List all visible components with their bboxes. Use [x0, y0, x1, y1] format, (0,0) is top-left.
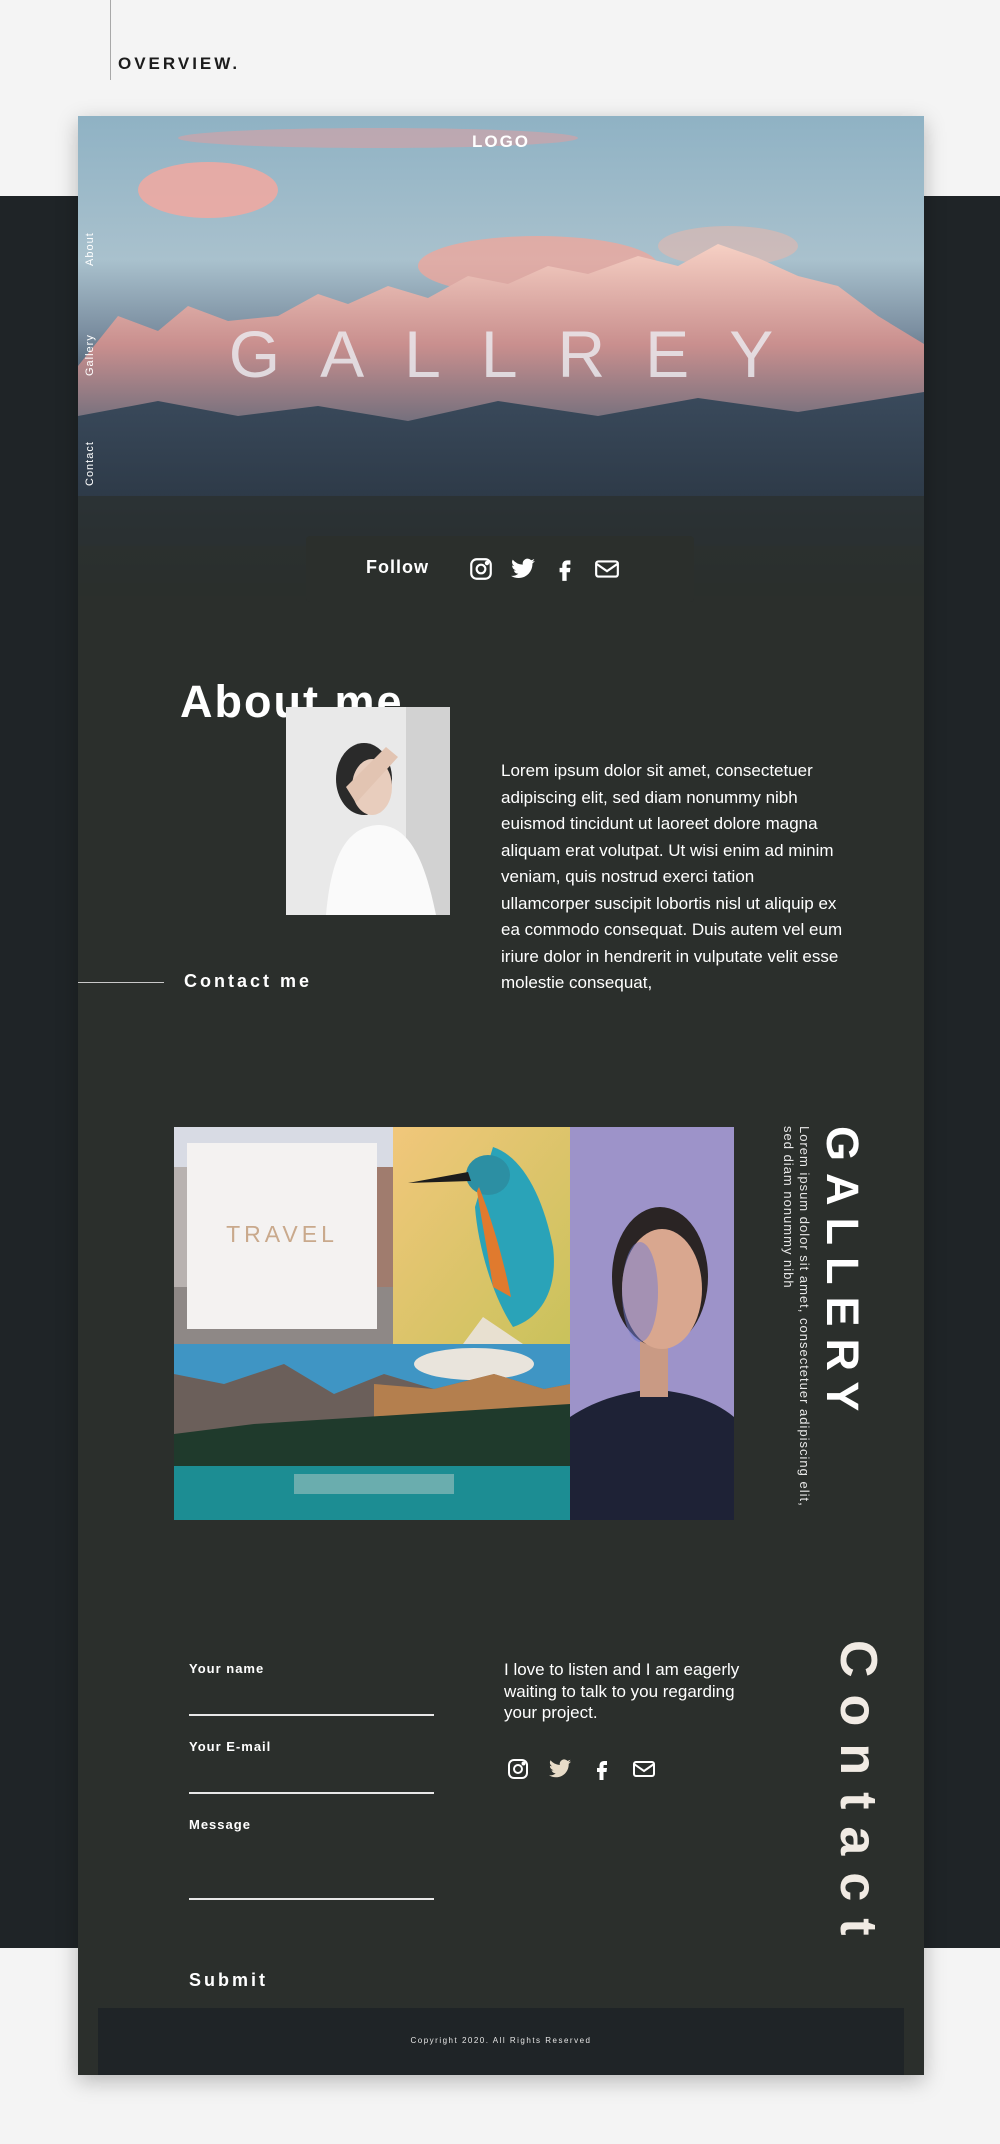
contact-divider — [78, 982, 164, 983]
gallery-vertical-text: Lorem ipsum dolor sit amet, consectetuer… — [781, 1126, 812, 1507]
instagram-icon[interactable] — [468, 556, 494, 582]
hero-title: GALLREY — [228, 317, 814, 391]
woman-blue-light-photo[interactable] — [570, 1127, 734, 1520]
facebook-icon[interactable] — [590, 1757, 614, 1781]
message-textarea[interactable] — [189, 1828, 434, 1900]
kingfisher-photo[interactable] — [393, 1127, 570, 1344]
travel-card: TRAVEL — [187, 1143, 377, 1329]
gallery-side-block: GALLERY Lorem ipsum dolor sit amet, cons… — [778, 1126, 868, 1526]
logo[interactable]: LOGO — [78, 132, 924, 152]
name-label: Your name — [189, 1661, 265, 1676]
side-nav-about[interactable]: About — [84, 232, 96, 266]
mail-icon[interactable] — [632, 1757, 656, 1781]
instagram-icon[interactable] — [506, 1757, 530, 1781]
twitter-icon[interactable] — [510, 556, 536, 582]
footer: Copyright 2020. All Rights Reserved — [98, 2008, 904, 2075]
contact-me-link[interactable]: Contact me — [184, 971, 312, 992]
email-input[interactable] — [189, 1762, 434, 1794]
contact-vertical-title: Contact — [829, 1640, 887, 1953]
email-label: Your E-mail — [189, 1739, 272, 1754]
mail-icon[interactable] — [594, 556, 620, 582]
follow-label: Follow — [366, 557, 429, 577]
gallery-vertical-title: GALLERY — [817, 1126, 868, 1424]
follow-bar: Follow — [306, 536, 694, 602]
travel-label: TRAVEL — [226, 1221, 338, 1247]
website-mockup: LOGO GALLREY About Gallery Contact Follo… — [78, 116, 924, 2075]
copyright-text: Copyright 2020. All Rights Reserved — [410, 2036, 592, 2045]
submit-button[interactable]: Submit — [189, 1970, 268, 1991]
top-divider — [110, 0, 111, 80]
gallery-travel-tile[interactable]: TRAVEL — [174, 1127, 393, 1344]
side-nav-contact[interactable]: Contact — [84, 441, 96, 486]
mountain-lake-photo[interactable] — [174, 1344, 570, 1520]
contact-side-block: Contact — [808, 1640, 888, 2040]
side-nav-gallery[interactable]: Gallery — [84, 334, 96, 376]
contact-description: I love to listen and I am eagerly waitin… — [504, 1660, 740, 1722]
hero-section: LOGO GALLREY About Gallery Contact — [78, 116, 924, 596]
page-heading: OVERVIEW. — [118, 54, 241, 73]
about-description: Lorem ipsum dolor sit amet, consectetuer… — [501, 761, 843, 992]
portrait-photo — [286, 707, 450, 915]
twitter-icon[interactable] — [548, 1757, 572, 1781]
facebook-icon[interactable] — [552, 556, 578, 582]
name-input[interactable] — [189, 1684, 434, 1716]
